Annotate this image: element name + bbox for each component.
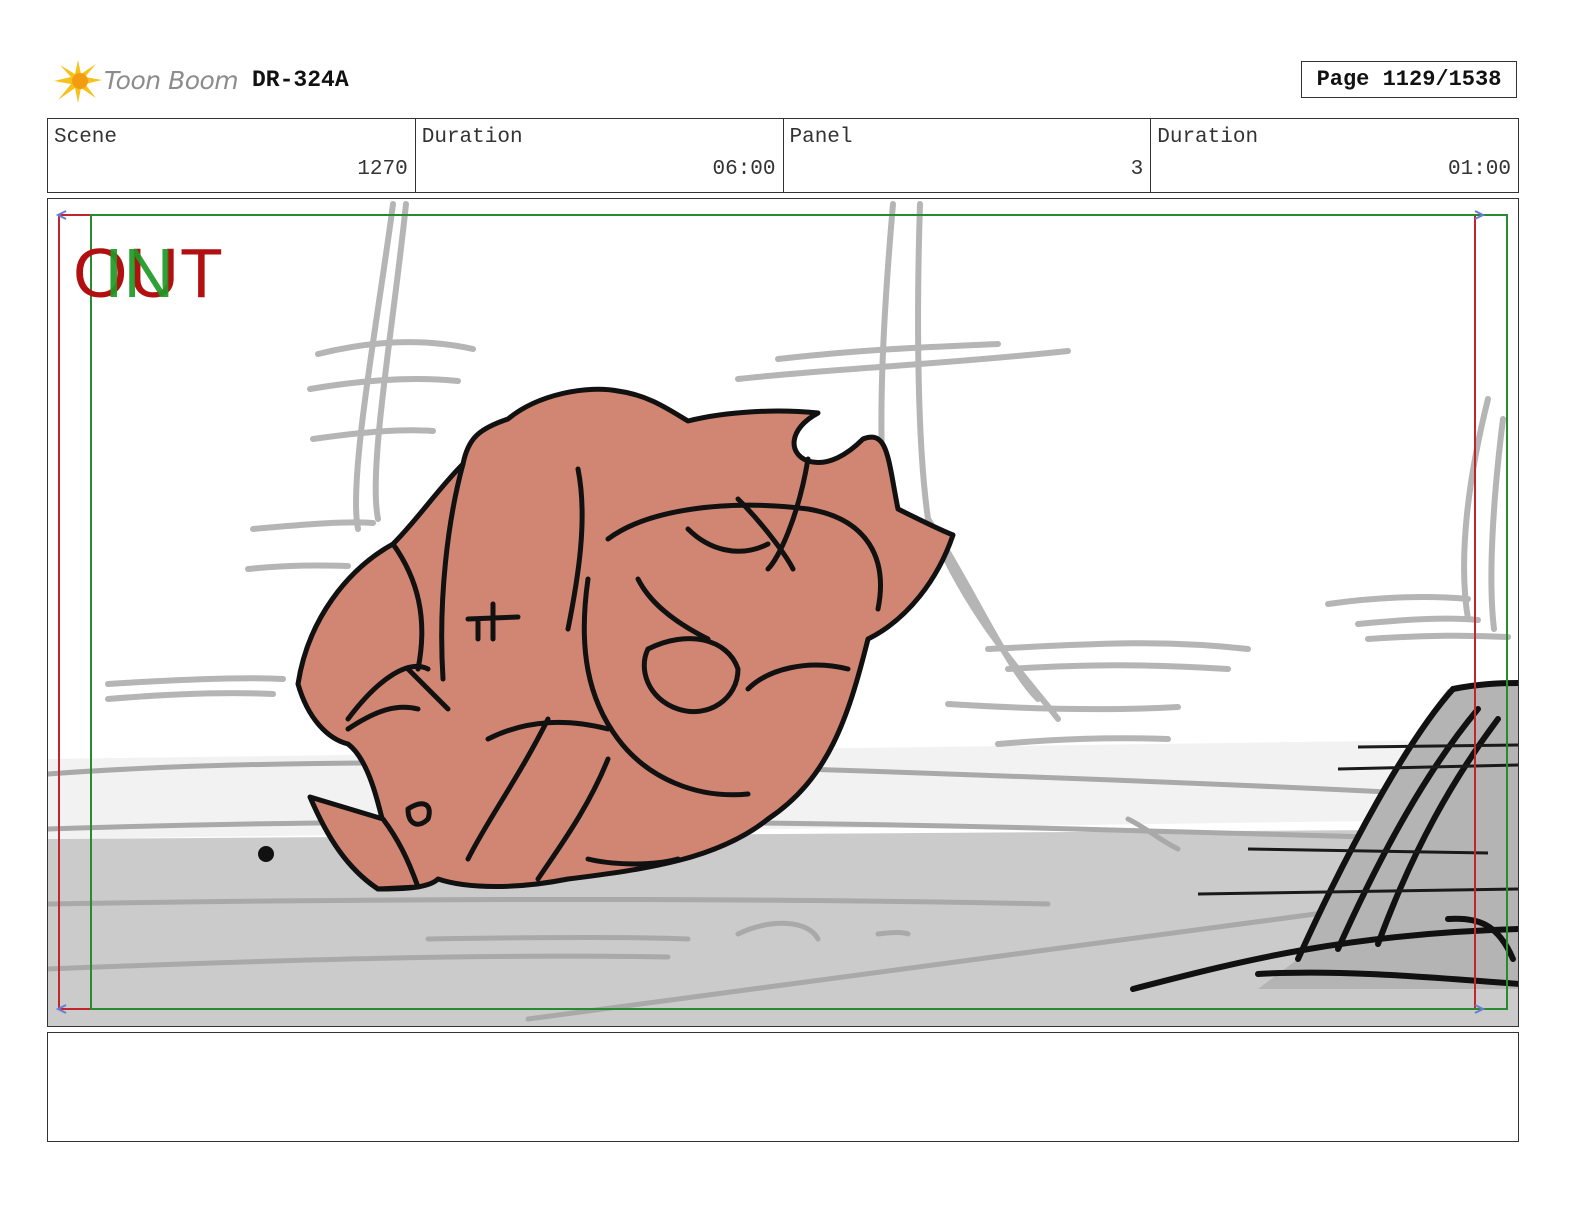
in-marker: IN	[104, 234, 174, 312]
panel-notes-box[interactable]	[47, 1032, 1519, 1142]
panel-value: 3	[1130, 158, 1144, 181]
document-id: DR-324A	[252, 67, 349, 93]
panel-label: Panel	[789, 126, 853, 149]
scene-label: Scene	[54, 126, 118, 149]
scene-cell: Scene 1270	[48, 119, 416, 192]
ink-dot	[258, 846, 274, 862]
panel-drawing	[48, 201, 1518, 1026]
starburst-icon	[54, 60, 102, 103]
panel-duration-label: Duration	[1157, 126, 1259, 149]
storyboard-panel	[47, 198, 1519, 1027]
logo-text: Toon Boom	[104, 66, 239, 95]
toon-boom-logo: Toon Boom	[52, 56, 242, 106]
panel-duration-value: 01:00	[1447, 158, 1511, 181]
scene-duration-cell: Duration 06:00	[416, 119, 784, 192]
panel-cell: Panel 3	[784, 119, 1152, 192]
scene-duration-label: Duration	[421, 126, 523, 149]
scene-duration-value: 06:00	[712, 158, 776, 181]
scene-info-table: Scene 1270 Duration 06:00 Panel 3 Durati…	[47, 118, 1519, 193]
scene-value: 1270	[357, 158, 408, 181]
panel-duration-cell: Duration 01:00	[1151, 119, 1518, 192]
page-number: Page 1129/1538	[1301, 61, 1517, 98]
